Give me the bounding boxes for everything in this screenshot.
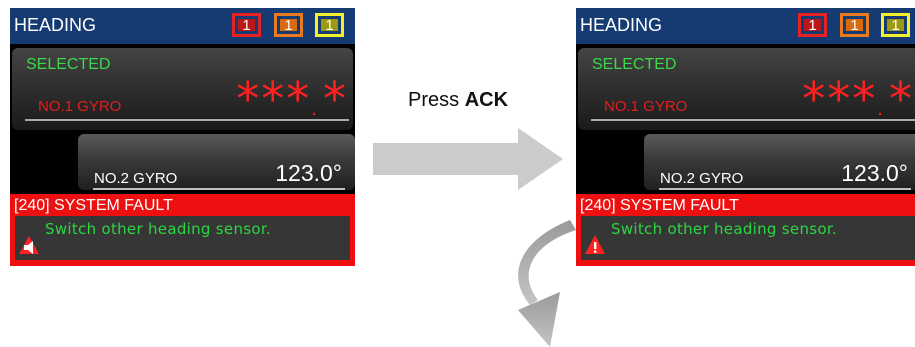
gyro1-underline	[591, 119, 915, 121]
gyro2-label: NO.2 GYRO	[660, 170, 744, 187]
alarm-message: Switch other heading sensor.	[45, 220, 272, 238]
alarm-header: [240] SYSTEM FAULT	[580, 197, 739, 214]
gyro1-heading-value: ***.*	[236, 72, 348, 126]
alarm-header: [240] SYSTEM FAULT	[14, 197, 173, 214]
alarm-count-badge-orange[interactable]: 1	[274, 13, 303, 37]
gyro1-heading-value: ***.*	[802, 72, 914, 126]
gyro1-label: NO.1 GYRO	[604, 98, 688, 115]
screen-title: HEADING	[14, 15, 97, 35]
screen-title: HEADING	[580, 15, 663, 35]
gyro2-underline	[93, 188, 345, 190]
arrow-right-icon	[373, 128, 563, 190]
press-ack-caption: Press ACK	[408, 89, 509, 111]
alarm-count-badge-yellow[interactable]: 1	[315, 13, 344, 37]
alarm-message: Switch other heading sensor.	[611, 220, 838, 238]
heading-display-before-ack: HEADING 1 1 1 SELECTED ***.* NO.1 GYRO N…	[10, 8, 355, 266]
title-bar: HEADING 1 1 1	[576, 8, 915, 44]
gyro2-heading-value: 123.0°	[841, 160, 908, 186]
gyro1-underline	[25, 119, 349, 121]
gyro2-label: NO.2 GYRO	[94, 170, 178, 187]
warning-triangle-icon	[585, 235, 605, 254]
gyro2-underline	[659, 188, 911, 190]
alarm-count-badge-red[interactable]: 1	[232, 13, 261, 37]
title-bar: HEADING 1 1 1	[10, 8, 355, 44]
selected-label: SELECTED	[26, 56, 111, 73]
speaker-icon	[19, 236, 39, 254]
heading-display-after-ack: HEADING 1 1 1 SELECTED ***.* NO.1 GYRO N…	[576, 8, 915, 266]
selected-label: SELECTED	[592, 56, 677, 73]
gyro1-label: NO.1 GYRO	[38, 98, 122, 115]
alarm-count-badge-yellow[interactable]: 1	[881, 13, 910, 37]
gyro2-heading-value: 123.0°	[275, 160, 342, 186]
alarm-count-badge-orange[interactable]: 1	[840, 13, 869, 37]
alarm-count-badge-red[interactable]: 1	[798, 13, 827, 37]
